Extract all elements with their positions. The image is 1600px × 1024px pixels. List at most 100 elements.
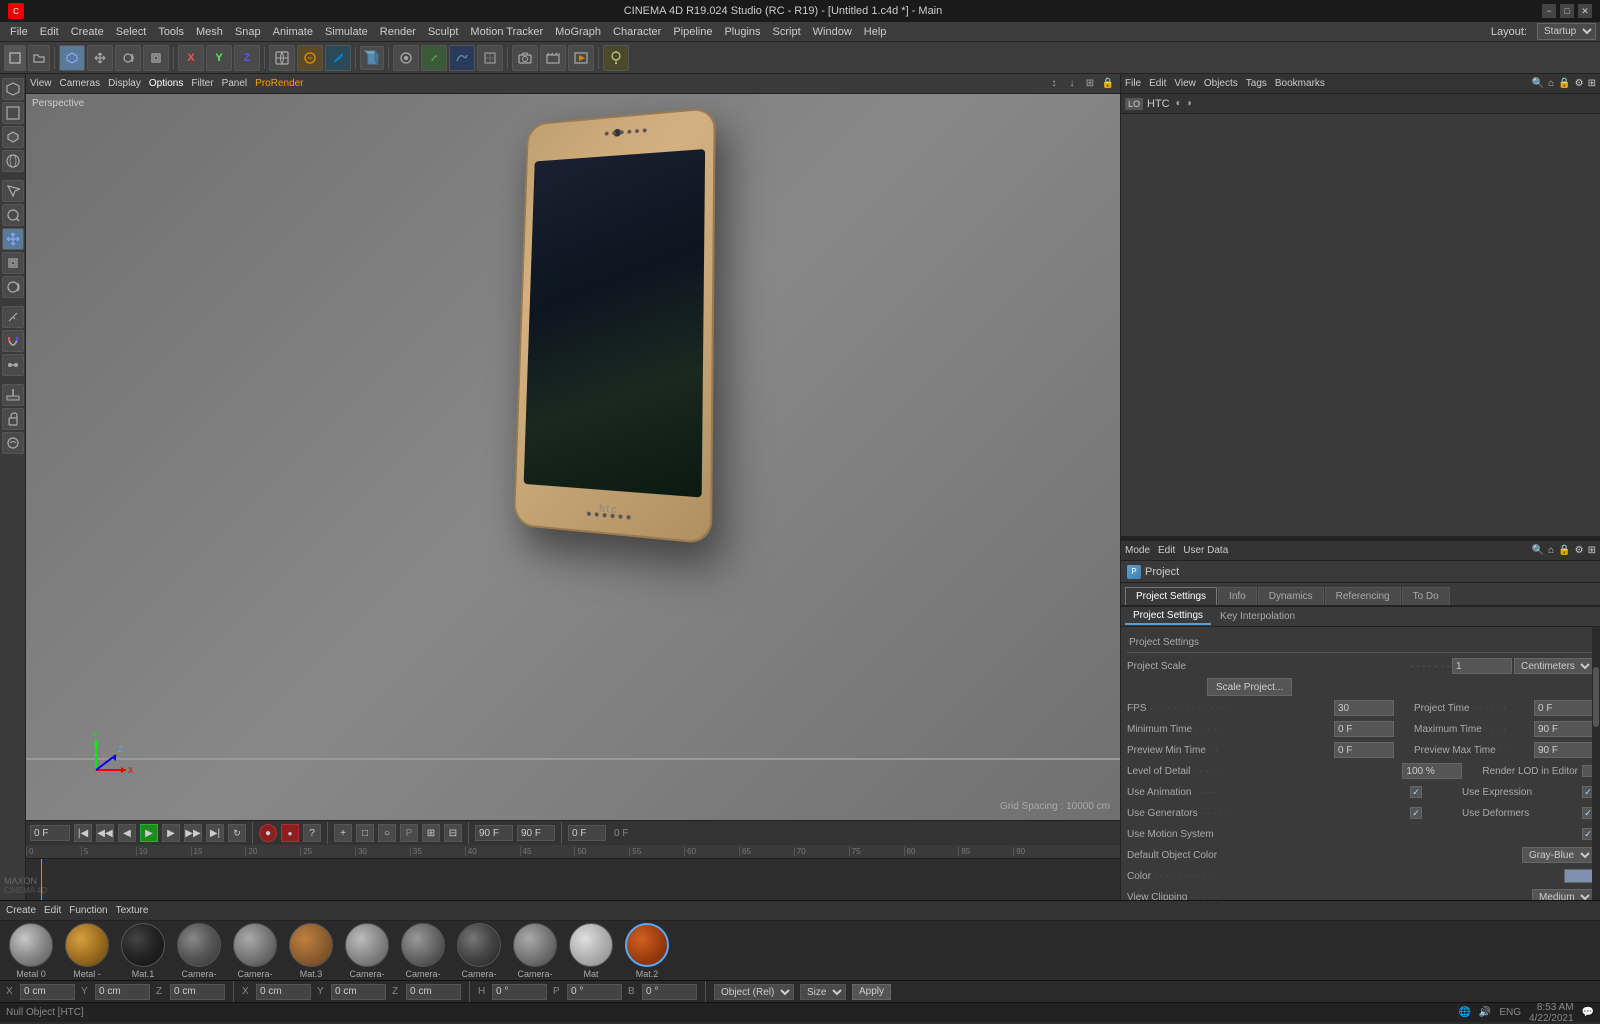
prop-search-icon[interactable]: 🔍: [1532, 545, 1544, 556]
material-camera5[interactable]: Camera-: [454, 923, 504, 979]
tool-bridge[interactable]: [2, 354, 24, 376]
tool-live-select[interactable]: [2, 204, 24, 226]
tool-paint[interactable]: [325, 45, 351, 71]
close-button[interactable]: ✕: [1578, 4, 1592, 18]
maximize-button[interactable]: □: [1560, 4, 1574, 18]
tool-rotate[interactable]: [115, 45, 141, 71]
tool-spline[interactable]: [449, 45, 475, 71]
tab-todo[interactable]: To Do: [1402, 587, 1450, 605]
tool-knife[interactable]: [2, 306, 24, 328]
tool-uv[interactable]: [2, 150, 24, 172]
tool-move[interactable]: [87, 45, 113, 71]
select-default-color[interactable]: Gray-Blue: [1522, 847, 1594, 863]
tool-polygons[interactable]: [2, 126, 24, 148]
rp-home-icon[interactable]: ⌂: [1548, 78, 1554, 89]
tl-help[interactable]: ?: [303, 824, 321, 842]
material-camera1[interactable]: Camera-: [174, 923, 224, 979]
scrollbar-thumb[interactable]: [1593, 667, 1599, 727]
coord-x-input[interactable]: [20, 984, 75, 1000]
tool-world[interactable]: [269, 45, 295, 71]
timeline-content[interactable]: [26, 859, 1120, 900]
tool-magnet[interactable]: [2, 330, 24, 352]
menu-render[interactable]: Render: [374, 24, 422, 40]
tl-prev[interactable]: ◀: [118, 824, 136, 842]
coord-z2-input[interactable]: [406, 984, 461, 1000]
coord-apply-button[interactable]: Apply: [852, 984, 891, 1000]
coord-z-input[interactable]: [170, 984, 225, 1000]
check-use-anim[interactable]: [1410, 786, 1422, 798]
menu-select[interactable]: Select: [110, 24, 153, 40]
tray-notification[interactable]: 💬: [1582, 1007, 1594, 1018]
rp-objects[interactable]: Objects: [1204, 78, 1238, 89]
input-lod[interactable]: [1402, 763, 1462, 779]
input-preview-min[interactable]: [1334, 742, 1394, 758]
fps-input[interactable]: [517, 825, 555, 841]
material-metal0[interactable]: Metal 0: [6, 923, 56, 979]
rp-tags[interactable]: Tags: [1246, 78, 1267, 89]
input-preview-max[interactable]: [1534, 742, 1594, 758]
tool-sculpt[interactable]: [297, 45, 323, 71]
select-view-clipping[interactable]: Medium Near Far: [1532, 889, 1594, 900]
tab-referencing[interactable]: Referencing: [1325, 587, 1401, 605]
rp-view[interactable]: View: [1174, 78, 1196, 89]
tool-camera[interactable]: [512, 45, 538, 71]
menu-animate[interactable]: Animate: [267, 24, 319, 40]
vp-icon-2[interactable]: ↓: [1064, 76, 1080, 92]
vp-icon-1[interactable]: ↕: [1046, 76, 1062, 92]
tl-record-all[interactable]: ●: [281, 824, 299, 842]
material-camera6[interactable]: Camera-: [510, 923, 560, 979]
rp-settings-icon[interactable]: ⚙: [1575, 78, 1584, 89]
tool-clapperboard[interactable]: [540, 45, 566, 71]
tool-rotate-2[interactable]: [2, 276, 24, 298]
tl-next-key[interactable]: ▶▶: [184, 824, 202, 842]
input-project-scale[interactable]: [1452, 658, 1512, 674]
tool-model[interactable]: [59, 45, 85, 71]
coord-h-input[interactable]: [492, 984, 547, 1000]
tl-prev-key[interactable]: ◀◀: [96, 824, 114, 842]
rp-bookmarks[interactable]: Bookmarks: [1275, 78, 1325, 89]
coord-x2-input[interactable]: [256, 984, 311, 1000]
input-project-time[interactable]: [1534, 700, 1594, 716]
vp-tab-panel[interactable]: Panel: [222, 78, 248, 89]
material-mat2[interactable]: Mat.2: [622, 923, 672, 979]
menu-file[interactable]: File: [4, 24, 34, 40]
input-max-time[interactable]: [1534, 721, 1594, 737]
tl-next[interactable]: ▶: [162, 824, 180, 842]
tool-subdiv[interactable]: [477, 45, 503, 71]
select-project-scale-unit[interactable]: Centimeters Meters: [1514, 658, 1594, 674]
tl-start[interactable]: |◀: [74, 824, 92, 842]
open-button[interactable]: [28, 45, 50, 71]
material-mat[interactable]: Mat: [566, 923, 616, 979]
tl-add-key[interactable]: +: [334, 824, 352, 842]
menu-edit[interactable]: Edit: [34, 24, 65, 40]
color-swatch[interactable]: [1564, 869, 1594, 883]
menu-pipeline[interactable]: Pipeline: [667, 24, 718, 40]
vp-lock[interactable]: 🔒: [1100, 76, 1116, 92]
mat-create[interactable]: Create: [6, 905, 36, 916]
axis-x[interactable]: X: [178, 45, 204, 71]
tl-play[interactable]: ▶: [140, 824, 158, 842]
axis-y[interactable]: Y: [206, 45, 232, 71]
view-cube[interactable]: [360, 46, 384, 70]
subtab-key-interpolation[interactable]: Key Interpolation: [1212, 609, 1303, 624]
menu-snap[interactable]: Snap: [229, 24, 267, 40]
mat-edit[interactable]: Edit: [44, 905, 61, 916]
coord-y2-input[interactable]: [331, 984, 386, 1000]
rp-edit[interactable]: Edit: [1149, 78, 1166, 89]
mat-function[interactable]: Function: [69, 905, 107, 916]
coord-size-select[interactable]: Size: [800, 984, 846, 1000]
window-controls[interactable]: − □ ✕: [1542, 4, 1592, 18]
rp-lock-icon[interactable]: 🔒: [1558, 78, 1570, 89]
tool-points[interactable]: [2, 78, 24, 100]
menu-tools[interactable]: Tools: [152, 24, 190, 40]
axis-z[interactable]: Z: [234, 45, 260, 71]
viewport-canvas[interactable]: Perspective htc: [26, 94, 1120, 820]
tool-floor[interactable]: [2, 384, 24, 406]
material-mat1[interactable]: Mat.1: [118, 923, 168, 979]
material-camera3[interactable]: Camera-: [342, 923, 392, 979]
menu-mograph[interactable]: MoGraph: [549, 24, 607, 40]
vp-tab-cameras[interactable]: Cameras: [60, 78, 101, 89]
tl-loop[interactable]: ↻: [228, 824, 246, 842]
prop-userdata[interactable]: User Data: [1183, 545, 1228, 556]
tl-key-extra[interactable]: ⊟: [444, 824, 462, 842]
